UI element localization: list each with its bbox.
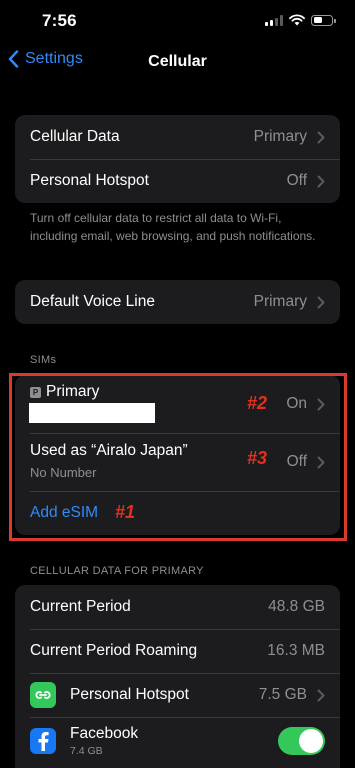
usage-hotspot-value: 7.5 GB <box>258 686 307 703</box>
voice-group: Default Voice Line Primary <box>15 280 340 324</box>
chevron-right-icon <box>317 456 325 469</box>
chevron-right-icon <box>317 131 325 144</box>
sims-section-header: SIMs <box>30 354 57 366</box>
cellular-data-value: Primary <box>253 128 307 145</box>
sim-airalo-number: No Number <box>30 465 97 480</box>
wifi-icon <box>289 14 305 26</box>
sim-airalo-status-value: Off <box>286 453 307 470</box>
current-period-value: 48.8 GB <box>268 598 325 615</box>
annotation-3: #3 <box>247 448 268 468</box>
status-bar: 7:56 <box>0 0 355 44</box>
facebook-icon <box>30 728 56 754</box>
cellular-signal-icon <box>265 14 283 26</box>
facebook-row: Facebook 7.4 GB <box>15 717 340 765</box>
annotation-2: #2 <box>247 393 268 413</box>
facebook-label: Facebook <box>70 725 139 742</box>
usage-section-header: CELLULAR DATA FOR PRIMARY <box>30 565 204 577</box>
facebook-size: 7.4 GB <box>70 745 103 757</box>
chevron-right-icon <box>317 689 325 702</box>
cellular-data-label: Cellular Data <box>30 128 120 145</box>
usage-group: Current Period 48.8 GB Current Period Ro… <box>15 585 340 768</box>
current-period-label: Current Period <box>30 598 131 615</box>
current-period-row: Current Period 48.8 GB <box>15 585 340 629</box>
status-icons <box>265 14 336 26</box>
personal-hotspot-label: Personal Hotspot <box>30 172 149 189</box>
usage-hotspot-label: Personal Hotspot <box>70 686 189 703</box>
cellular-data-row[interactable]: Cellular Data Primary <box>15 115 340 159</box>
current-period-roaming-row: Current Period Roaming 16.3 MB <box>15 629 340 673</box>
default-voice-line-row[interactable]: Default Voice Line Primary <box>15 280 340 324</box>
add-esim-row: Add eSIM #1 <box>15 491 340 535</box>
facebook-text: Facebook 7.4 GB <box>70 725 138 757</box>
personal-hotspot-value: Off <box>286 172 307 189</box>
sim-airalo-row[interactable]: Used as “Airalo Japan” No Number #3 Off <box>15 433 340 491</box>
sims-group: P Primary #2 On Used as “Airalo Japan” N… <box>15 375 340 535</box>
sim-primary-name: P Primary <box>30 383 99 401</box>
toggle-knob <box>299 729 323 753</box>
usage-hotspot-row[interactable]: Personal Hotspot 7.5 GB <box>15 673 340 717</box>
cellular-group: Cellular Data Primary Personal Hotspot O… <box>15 115 340 203</box>
chevron-right-icon <box>317 175 325 188</box>
cellular-settings-screen: 7:56 Settings Cellular Cellular Data Pri… <box>0 0 355 768</box>
cellular-data-footnote: Turn off cellular data to restrict all d… <box>30 211 316 243</box>
current-period-roaming-label: Current Period Roaming <box>30 642 198 659</box>
hotspot-icon <box>30 682 56 708</box>
sim-badge-icon: P <box>30 386 41 398</box>
add-esim-button[interactable]: Add eSIM <box>30 504 98 522</box>
navigation-bar: Settings Cellular <box>0 44 355 82</box>
chevron-right-icon <box>317 398 325 411</box>
chevron-right-icon <box>317 296 325 309</box>
status-time: 7:56 <box>42 11 77 30</box>
sim-primary-status: On <box>286 395 325 413</box>
sim-primary-label: Primary <box>46 383 100 400</box>
battery-icon <box>311 14 336 26</box>
page-title: Cellular <box>148 53 207 70</box>
current-period-roaming-value: 16.3 MB <box>267 642 325 659</box>
sim-airalo-label: Used as “Airalo Japan” <box>30 442 188 459</box>
sim-primary-row[interactable]: P Primary #2 On <box>15 375 340 433</box>
annotation-1: #1 <box>115 502 136 522</box>
sim-airalo-status: Off <box>287 453 325 471</box>
default-voice-line-label: Default Voice Line <box>30 293 155 310</box>
sim-primary-status-value: On <box>286 395 307 412</box>
personal-hotspot-row[interactable]: Personal Hotspot Off <box>15 159 340 203</box>
facebook-toggle[interactable] <box>278 727 325 755</box>
default-voice-line-value: Primary <box>253 293 307 310</box>
redacted-phone-number <box>29 403 155 423</box>
